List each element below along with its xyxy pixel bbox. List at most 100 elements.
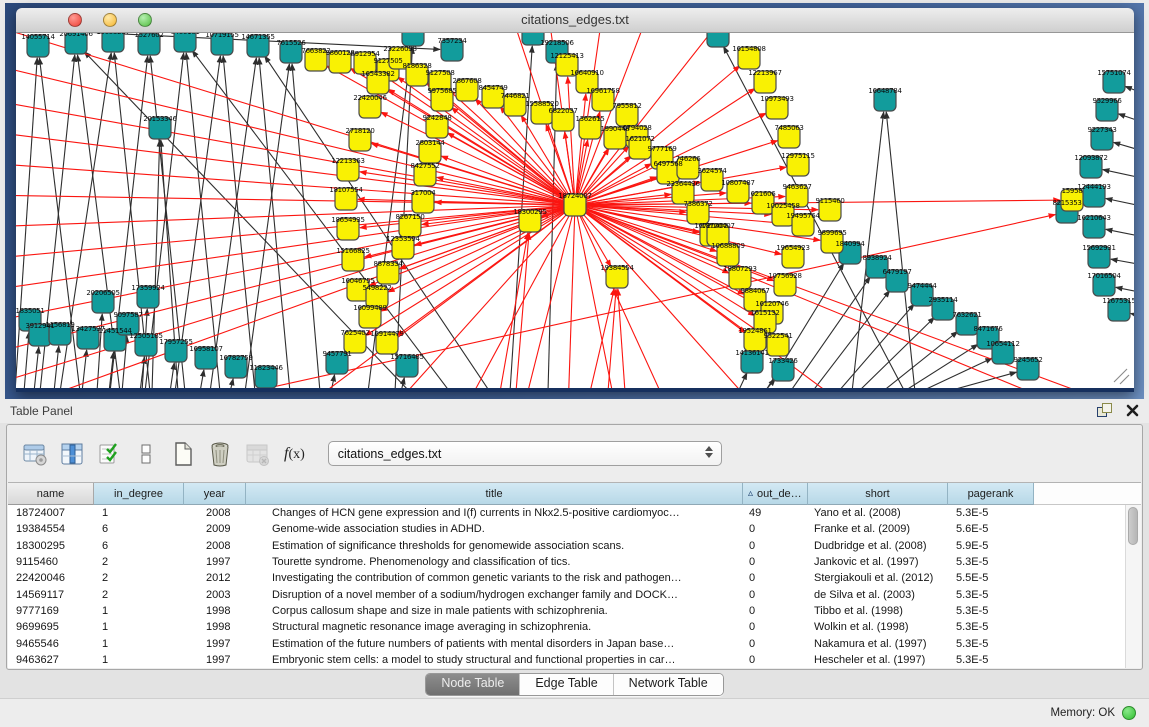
column-header-title[interactable]: title xyxy=(246,483,743,505)
table-cell[interactable]: 1997 xyxy=(184,638,246,650)
table-cell[interactable]: 1 xyxy=(94,621,184,633)
graph-edge[interactable] xyxy=(200,370,204,388)
table-cell[interactable]: 0 xyxy=(743,523,808,535)
table-cell[interactable]: Disruption of a novel member of a sodium… xyxy=(246,589,743,601)
table-cell[interactable]: 0 xyxy=(743,638,808,650)
table-cell[interactable]: Estimation of the future numbers of pati… xyxy=(246,638,743,650)
column-header-out_de[interactable]: ▵out_de… xyxy=(743,483,808,505)
table-cell[interactable]: Hescheler et al. (1997) xyxy=(808,654,948,666)
graph-edge[interactable] xyxy=(24,332,29,388)
table-cell[interactable]: 0 xyxy=(743,654,808,666)
graph-edge[interactable] xyxy=(1131,313,1134,322)
table-cell[interactable]: 1 xyxy=(94,605,184,617)
table-cell[interactable]: 0 xyxy=(743,556,808,568)
table-cell[interactable]: 9777169 xyxy=(8,605,94,617)
table-cell[interactable]: Dudbridge et al. (2008) xyxy=(808,540,948,552)
graph-edge[interactable] xyxy=(1106,198,1134,210)
tab-edge-table[interactable]: Edge Table xyxy=(520,674,613,695)
minimize-window-button[interactable] xyxy=(103,13,117,27)
table-cell[interactable]: 5.3E-5 xyxy=(948,621,1034,633)
graph-edge[interactable] xyxy=(618,289,625,388)
graph-edge[interactable] xyxy=(738,373,747,388)
table-cell[interactable]: 9463627 xyxy=(8,654,94,666)
network-window-titlebar[interactable]: citations_edges.txt xyxy=(16,8,1134,33)
table-cell[interactable]: 9465546 xyxy=(8,638,94,650)
graph-edge[interactable] xyxy=(1116,287,1134,296)
table-cell[interactable]: Changes of HCN gene expression and I(f) … xyxy=(246,507,743,519)
column-header-short[interactable]: short xyxy=(808,483,948,505)
table-scrollbar[interactable] xyxy=(1125,505,1141,668)
graph-edge[interactable] xyxy=(945,372,1016,388)
graph-edge[interactable] xyxy=(170,363,174,388)
graph-edge[interactable] xyxy=(1118,114,1134,128)
table-row[interactable]: 946362711997Embryonic stem cells: a mode… xyxy=(8,652,1141,668)
table-cell[interactable]: 1 xyxy=(94,638,184,650)
table-cell[interactable]: 5.9E-5 xyxy=(948,540,1034,552)
table-cell[interactable]: 5.6E-5 xyxy=(948,523,1034,535)
table-row[interactable]: 1830029562008Estimation of significance … xyxy=(8,538,1141,554)
table-row[interactable]: 911546021997Tourette syndrome. Phenomeno… xyxy=(8,554,1141,570)
table-cell[interactable]: 0 xyxy=(743,540,808,552)
graph-edge[interactable] xyxy=(920,358,992,388)
graph-edge[interactable] xyxy=(1106,229,1134,240)
table-cell[interactable]: 0 xyxy=(743,605,808,617)
tab-network-table[interactable]: Network Table xyxy=(614,674,723,695)
graph-edge[interactable] xyxy=(1114,142,1134,156)
graph-edge[interactable] xyxy=(1120,375,1129,384)
table-cell[interactable]: 22420046 xyxy=(8,572,94,584)
table-cell[interactable]: 18724007 xyxy=(8,507,94,519)
table-cell[interactable]: 1998 xyxy=(184,605,246,617)
table-cell[interactable]: 9115460 xyxy=(8,556,94,568)
table-cell[interactable]: 1 xyxy=(94,507,184,519)
table-scrollbar-thumb[interactable] xyxy=(1128,507,1138,545)
table-cell[interactable]: 1 xyxy=(94,654,184,666)
table-cell[interactable]: 5.3E-5 xyxy=(948,507,1034,519)
table-cell[interactable]: 9699695 xyxy=(8,621,94,633)
graph-edge[interactable] xyxy=(1125,86,1134,100)
table-cell[interactable]: Embryonic stem cells: a model to study s… xyxy=(246,654,743,666)
column-header-year[interactable]: year xyxy=(184,483,246,505)
table-cell[interactable]: 5.5E-5 xyxy=(948,572,1034,584)
table-row[interactable]: 2242004622012Investigating the contribut… xyxy=(8,570,1141,586)
table-cell[interactable]: Tibbo et al. (1998) xyxy=(808,605,948,617)
table-cell[interactable]: 6 xyxy=(94,540,184,552)
select-rows-icon[interactable] xyxy=(95,440,123,468)
network-table-select[interactable]: citations_edges.txt xyxy=(328,441,722,466)
table-cell[interactable]: 49 xyxy=(743,507,808,519)
close-window-button[interactable] xyxy=(68,13,82,27)
table-cell[interactable]: 2003 xyxy=(184,589,246,601)
table-row[interactable]: 969969511998Structural magnetic resonanc… xyxy=(8,619,1141,635)
delete-icon[interactable] xyxy=(206,440,234,468)
table-cell[interactable]: 2 xyxy=(94,572,184,584)
table-row[interactable]: 1872400712008Changes of HCN gene express… xyxy=(8,505,1141,521)
graph-edge[interactable] xyxy=(460,205,575,388)
graph-edge[interactable] xyxy=(886,112,915,388)
table-cell[interactable]: de Silva et al. (2003) xyxy=(808,589,948,601)
table-cell[interactable]: 19384554 xyxy=(8,523,94,535)
table-cell[interactable]: 2 xyxy=(94,589,184,601)
float-panel-icon[interactable] xyxy=(1097,403,1112,418)
table-cell[interactable]: 2012 xyxy=(184,572,246,584)
table-cell[interactable]: 5.3E-5 xyxy=(948,556,1034,568)
graph-node[interactable] xyxy=(707,33,729,47)
table-cell[interactable]: 2 xyxy=(94,556,184,568)
graph-edge[interactable] xyxy=(858,317,934,388)
table-mode-icon[interactable] xyxy=(21,440,49,468)
graph-edge[interactable] xyxy=(1114,369,1127,382)
table-cell[interactable]: 0 xyxy=(743,572,808,584)
table-cell[interactable]: Wolkin et al. (1998) xyxy=(808,621,948,633)
table-cell[interactable]: 0 xyxy=(743,621,808,633)
graph-edge[interactable] xyxy=(259,58,290,388)
graph-edge[interactable] xyxy=(575,205,760,388)
table-cell[interactable]: Estimation of significance thresholds fo… xyxy=(246,540,743,552)
graph-edge[interactable] xyxy=(292,64,320,388)
show-column-icon[interactable] xyxy=(58,440,86,468)
graph-edge[interactable] xyxy=(34,347,39,388)
table-cell[interactable]: Structural magnetic resonance image aver… xyxy=(246,621,743,633)
zoom-window-button[interactable] xyxy=(138,13,152,27)
table-cell[interactable]: 5.3E-5 xyxy=(948,589,1034,601)
function-builder-icon[interactable]: f(x) xyxy=(284,445,305,463)
table-row[interactable]: 1938455462009Genome-wide association stu… xyxy=(8,521,1141,537)
table-row[interactable]: 1456911722003Disruption of a novel membe… xyxy=(8,586,1141,602)
table-cell[interactable]: 14569117 xyxy=(8,589,94,601)
